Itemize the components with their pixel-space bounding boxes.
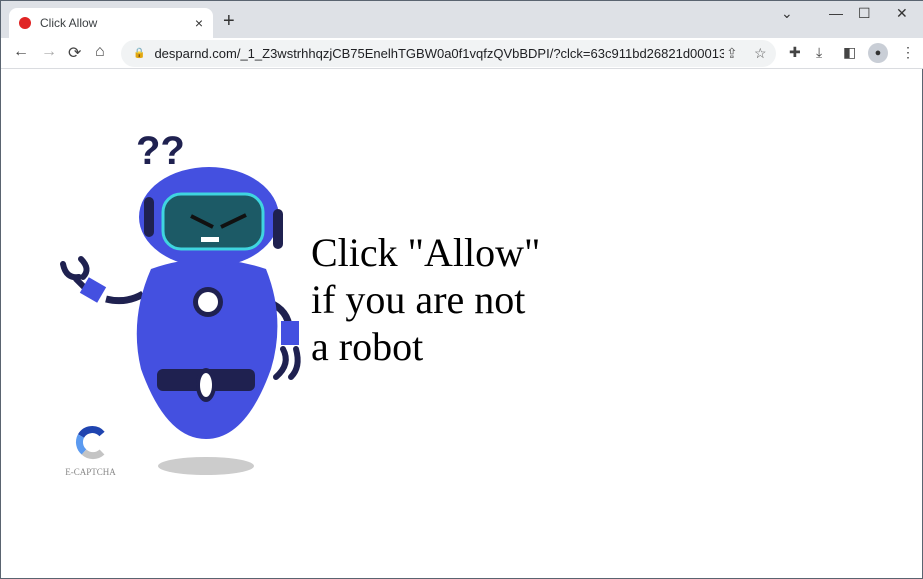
robot-shadow [158, 457, 254, 475]
tab-title: Click Allow [40, 16, 98, 30]
extensions-puzzle-icon[interactable]: ✚ [789, 44, 801, 61]
share-icon[interactable]: ⇪ [726, 45, 738, 62]
headline-line-3: a robot [311, 324, 424, 369]
minimize-button[interactable]: — [829, 5, 843, 21]
bookmark-star-icon[interactable]: ☆ [754, 45, 767, 62]
robot-body [136, 259, 278, 439]
menu-kebab-icon[interactable]: ⋮ [901, 44, 915, 61]
close-window-button[interactable]: ✕ [896, 5, 908, 22]
headline: Click "Allow" if you are not a robot [311, 229, 540, 370]
side-panel-icon[interactable]: ◧ [843, 44, 856, 61]
forward-button[interactable]: → [41, 43, 57, 61]
home-button[interactable]: ⌂ [95, 43, 105, 61]
headline-line-1: Click "Allow" [311, 230, 541, 275]
headline-line-2: if you are not [311, 277, 526, 322]
tab-search-chevron-down-icon[interactable]: ⌄ [781, 5, 793, 22]
tab-click-allow[interactable]: Click Allow × [9, 8, 213, 38]
profile-avatar-icon[interactable]: ● [868, 43, 888, 63]
toolbar: ← → ⟳ ⌂ 🔒 desparnd.com/_1_Z3wstrhhqzjCB7… [1, 38, 923, 69]
ecaptcha-c-icon [75, 426, 105, 460]
ecaptcha-logo: E-CAPTCHA [63, 426, 118, 477]
tab-bar: Click Allow × + ⌄ — ☐ ✕ [1, 1, 923, 38]
question-marks: ?? [136, 129, 185, 173]
address-bar[interactable]: 🔒 desparnd.com/_1_Z3wstrhhqzjCB75EnelhTG… [121, 40, 776, 67]
ecaptcha-label: E-CAPTCHA [65, 467, 116, 477]
reload-button[interactable]: ⟳ [68, 43, 81, 63]
url-text[interactable]: desparnd.com/_1_Z3wstrhhqzjCB75EnelhTGBW… [154, 46, 724, 61]
lock-icon[interactable]: 🔒 [133, 48, 145, 59]
back-button[interactable]: ← [13, 43, 29, 61]
download-icon[interactable]: ⤓ [816, 44, 822, 61]
new-tab-button[interactable]: + [223, 10, 235, 33]
tab-close-icon[interactable]: × [195, 15, 203, 31]
maximize-button[interactable]: ☐ [858, 5, 871, 22]
favicon-icon [19, 17, 31, 29]
